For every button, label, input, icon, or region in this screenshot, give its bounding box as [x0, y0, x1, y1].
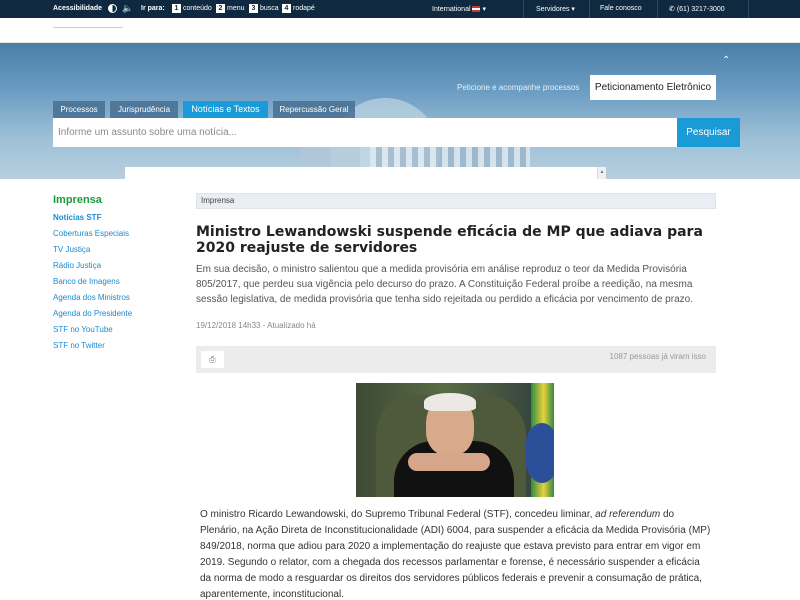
article-lead: Em sua decisão, o ministro salientou que…	[196, 264, 693, 305]
sidebar-menu: Notícias STF Coberturas Especiais TV Jus…	[53, 212, 132, 356]
logo-placeholder	[53, 27, 123, 28]
collapse-icon[interactable]: ⌃	[722, 55, 730, 66]
photo-flag-globe	[524, 423, 554, 483]
tab-jurisprudencia[interactable]: Jurisprudência	[110, 101, 178, 118]
electronic-petition-button[interactable]: Peticionamento Eletrônico	[590, 75, 716, 100]
photo-hands	[408, 453, 490, 471]
skip-link-footer[interactable]: 4 rodapé	[282, 4, 315, 13]
scrollbar[interactable]: ▲▼	[597, 167, 606, 179]
phone-icon: ✆	[669, 6, 675, 13]
skip-link-search[interactable]: 3 busca	[249, 4, 279, 13]
header-strip	[0, 18, 800, 43]
article-photo	[356, 383, 554, 497]
share-bar: ⎙ 1087 pessoas já viram isso	[196, 346, 716, 373]
sidebar-item-noticias-stf[interactable]: Notícias STF	[53, 212, 132, 228]
chevron-down-icon: ▾	[482, 6, 486, 13]
sidebar-title: Imprensa	[53, 194, 102, 206]
divider	[523, 0, 524, 18]
photo-hair	[424, 393, 476, 411]
sidebar-item-twitter[interactable]: STF no Twitter	[53, 340, 132, 356]
go-to-label: Ir para:	[141, 5, 165, 12]
divider	[748, 0, 749, 18]
article-body: O ministro Ricardo Lewandowski, do Supre…	[200, 507, 712, 600]
article-date: 19/12/2018 14h33 - Atualizado há	[196, 321, 316, 330]
phone-number: ✆ (61) 3217-3000	[669, 6, 725, 13]
breadcrumb[interactable]: Imprensa	[196, 193, 716, 209]
contact-link[interactable]: Fale conosco	[600, 5, 642, 12]
body-text-1: O ministro Ricardo Lewandowski, do Supre…	[200, 509, 596, 520]
sidebar-item-radio-justica[interactable]: Rádio Justiça	[53, 260, 132, 276]
tab-repercussao-geral[interactable]: Repercussão Geral	[273, 101, 355, 118]
petition-hint: Peticione e acompanhe processos	[457, 83, 580, 92]
suggestion-box[interactable]: ▲▼	[125, 167, 606, 179]
servers-menu[interactable]: Servidores ▾	[536, 5, 575, 13]
article-headline: Ministro Lewandowski suspende eficácia d…	[196, 224, 703, 256]
view-count: 1087 pessoas já viram isso	[609, 352, 707, 361]
body-text-italic: ad referendum	[595, 509, 661, 520]
chevron-down-icon: ▾	[571, 6, 575, 13]
sidebar-item-coberturas-especiais[interactable]: Coberturas Especiais	[53, 228, 132, 244]
international-link[interactable]: International ▾	[432, 5, 486, 13]
speaker-icon[interactable]: 🔈	[122, 3, 133, 14]
skip-link-content[interactable]: 1 conteúdo	[172, 4, 212, 13]
print-icon[interactable]: ⎙	[201, 351, 224, 368]
accessibility-bar: Acessibilidade 🔈 Ir para: 1 conteúdo 2 m…	[0, 0, 800, 18]
sidebar-item-banco-de-imagens[interactable]: Banco de Imagens	[53, 276, 132, 292]
search-input[interactable]: Informe um assunto sobre uma notícia...	[53, 118, 677, 147]
sidebar-item-agenda-ministros[interactable]: Agenda dos Ministros	[53, 292, 132, 308]
sidebar-item-youtube[interactable]: STF no YouTube	[53, 324, 132, 340]
search-button[interactable]: Pesquisar	[677, 118, 740, 147]
skip-link-menu[interactable]: 2 menu	[216, 4, 245, 13]
divider	[657, 0, 658, 18]
accessibility-link[interactable]: Acessibilidade	[53, 5, 102, 12]
contrast-icon[interactable]	[108, 4, 117, 13]
divider	[589, 0, 590, 18]
tab-processos[interactable]: Processos	[53, 101, 105, 118]
sidebar-item-agenda-presidente[interactable]: Agenda do Presidente	[53, 308, 132, 324]
body-text-2: do Plenário, na Ação Direta de Inconstit…	[200, 509, 711, 600]
tab-noticias-e-textos[interactable]: Notícias e Textos	[183, 101, 268, 118]
us-flag-icon	[472, 6, 481, 13]
sidebar-item-tv-justica[interactable]: TV Justiça	[53, 244, 132, 260]
search-banner: ⌃ Peticione e acompanhe processos Petici…	[0, 43, 800, 179]
